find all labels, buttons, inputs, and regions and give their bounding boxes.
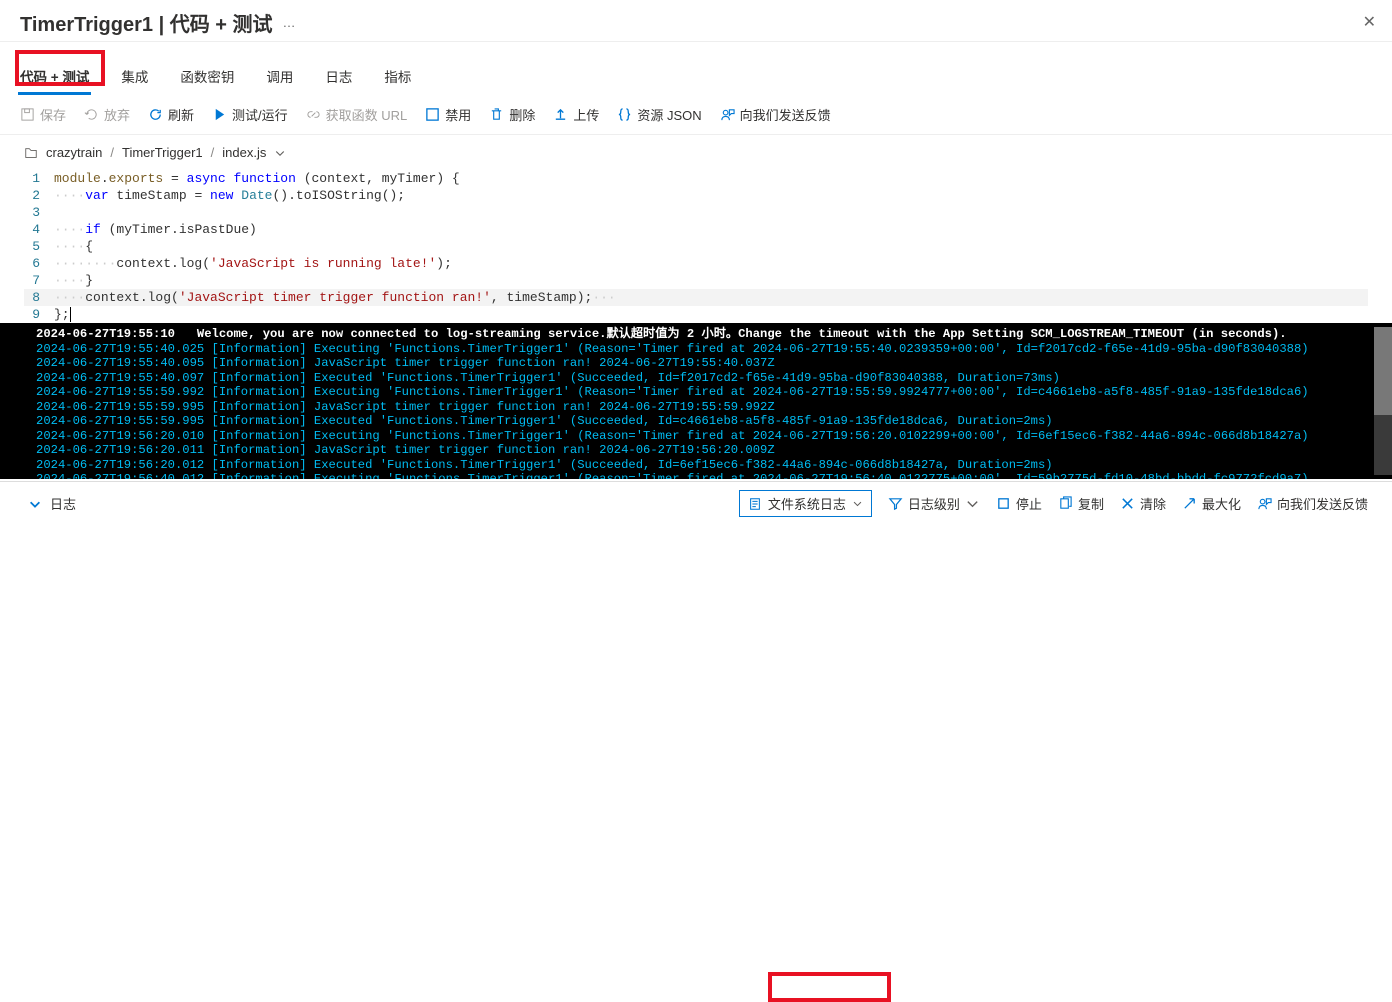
log-source-select[interactable]: 文件系统日志 — [739, 490, 872, 517]
feedback-button[interactable]: 向我们发送反馈 — [720, 105, 831, 124]
logs-title: 日志 — [50, 494, 76, 513]
clear-label: 清除 — [1140, 494, 1166, 513]
stop-button[interactable]: 停止 — [996, 494, 1042, 513]
upload-label: 上传 — [573, 105, 599, 124]
page-header: TimerTrigger1 | 代码 + 测试 … ✕ — [0, 0, 1392, 42]
scroll-thumb[interactable] — [1374, 327, 1392, 415]
logs-feedback-label: 向我们发送反馈 — [1277, 494, 1368, 513]
clear-icon — [1120, 496, 1135, 511]
sep: / — [211, 145, 215, 160]
undo-icon — [84, 107, 99, 122]
disable-button[interactable]: 禁用 — [425, 105, 471, 124]
copy-button[interactable]: 复制 — [1058, 494, 1104, 513]
log-source-label: 文件系统日志 — [768, 494, 846, 513]
tab-metrics[interactable]: 指标 — [382, 60, 413, 95]
toolbar: 保存 放弃 刷新 测试/运行 获取函数 URL 禁用 删除 上传 资源 JSON… — [0, 95, 1392, 135]
chevron-down-icon — [852, 498, 863, 509]
tab-invoke[interactable]: 调用 — [264, 60, 295, 95]
breadcrumb-function[interactable]: TimerTrigger1 — [122, 145, 203, 160]
delete-button[interactable]: 删除 — [489, 105, 535, 124]
feedback-label: 向我们发送反馈 — [740, 105, 831, 124]
logs-header: 日志 文件系统日志 日志级别 停止 复制 清除 最大化 向我们发送反馈 — [0, 481, 1392, 525]
link-icon — [306, 107, 321, 122]
discard-label: 放弃 — [104, 105, 130, 124]
more-icon[interactable]: … — [283, 15, 296, 30]
breadcrumb-app[interactable]: crazytrain — [46, 145, 102, 160]
page-title: TimerTrigger1 | 代码 + 测试 — [20, 8, 273, 37]
close-icon[interactable]: ✕ — [1363, 12, 1376, 32]
disable-label: 禁用 — [445, 105, 471, 124]
tab-logs[interactable]: 日志 — [323, 60, 354, 95]
delete-label: 删除 — [509, 105, 535, 124]
code-editor[interactable]: 1module.exports = async function (contex… — [0, 170, 1392, 323]
copy-icon — [1058, 496, 1073, 511]
chevron-down-icon — [28, 497, 42, 511]
braces-icon — [617, 107, 632, 122]
breadcrumb: crazytrain / TimerTrigger1 / index.js — [0, 135, 1392, 170]
file-icon — [748, 497, 762, 511]
clear-button[interactable]: 清除 — [1120, 494, 1166, 513]
log-level-button[interactable]: 日志级别 — [888, 494, 980, 513]
tab-function-keys[interactable]: 函数密钥 — [178, 60, 236, 95]
trash-icon — [489, 107, 504, 122]
chevron-down-icon — [965, 496, 980, 511]
refresh-button[interactable]: 刷新 — [148, 105, 194, 124]
highlight-log-source — [768, 972, 891, 1002]
upload-icon — [553, 107, 568, 122]
test-run-label: 测试/运行 — [232, 105, 288, 124]
tab-integrate[interactable]: 集成 — [119, 60, 150, 95]
person-feedback-icon — [1257, 496, 1272, 511]
save-icon — [20, 107, 35, 122]
refresh-icon — [148, 107, 163, 122]
tab-code-test[interactable]: 代码 + 测试 — [18, 60, 91, 95]
logs-toggle[interactable]: 日志 — [28, 494, 76, 513]
filter-icon — [888, 496, 903, 511]
get-url-button: 获取函数 URL — [306, 105, 408, 124]
get-url-label: 获取函数 URL — [326, 105, 408, 124]
stop-icon — [996, 496, 1011, 511]
log-console[interactable]: 2024-06-27T19:55:10 Welcome, you are now… — [0, 323, 1392, 479]
folder-icon — [24, 146, 38, 160]
breadcrumb-file[interactable]: index.js — [222, 145, 266, 160]
chevron-down-icon[interactable] — [274, 147, 286, 159]
save-button: 保存 — [20, 105, 66, 124]
person-feedback-icon — [720, 107, 735, 122]
copy-label: 复制 — [1078, 494, 1104, 513]
logs-feedback-button[interactable]: 向我们发送反馈 — [1257, 494, 1368, 513]
upload-button[interactable]: 上传 — [553, 105, 599, 124]
tabs-bar: 代码 + 测试 集成 函数密钥 调用 日志 指标 — [0, 42, 1392, 95]
test-run-button[interactable]: 测试/运行 — [212, 105, 288, 124]
console-scrollbar[interactable] — [1374, 327, 1392, 475]
resource-json-label: 资源 JSON — [637, 105, 701, 124]
maximize-button[interactable]: 最大化 — [1182, 494, 1241, 513]
resource-json-button[interactable]: 资源 JSON — [617, 105, 701, 124]
stop-label: 停止 — [1016, 494, 1042, 513]
refresh-label: 刷新 — [168, 105, 194, 124]
log-level-label: 日志级别 — [908, 494, 960, 513]
maximize-label: 最大化 — [1202, 494, 1241, 513]
sep: / — [110, 145, 114, 160]
save-label: 保存 — [40, 105, 66, 124]
discard-button: 放弃 — [84, 105, 130, 124]
disable-icon — [425, 107, 440, 122]
maximize-icon — [1182, 496, 1197, 511]
play-icon — [212, 107, 227, 122]
